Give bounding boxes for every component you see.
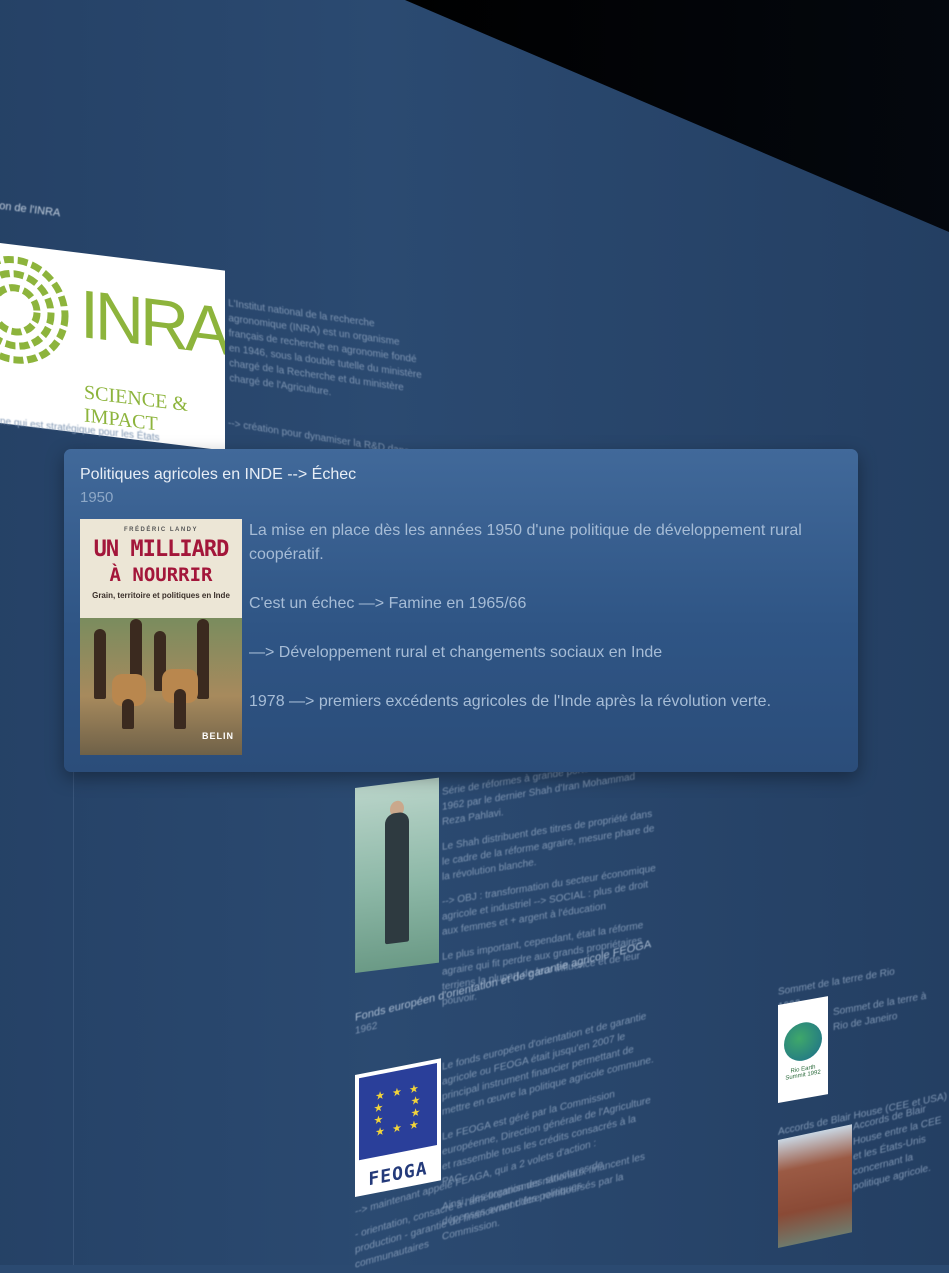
inra-description: L'Institut national de la recherche agro… [228, 298, 422, 399]
card-year: 1950 [80, 489, 114, 506]
rio-logo-text: Rio Earth Summit 1992 [785, 1064, 821, 1082]
card-paragraph-3: —> Développement rural et changements so… [249, 644, 663, 661]
book-cover-photo [92, 619, 232, 729]
globe-icon [784, 1019, 822, 1064]
card-body: La mise en place dès les années 1950 d'u… [249, 519, 839, 739]
timeline-line [73, 770, 74, 1265]
card-paragraph-1: La mise en place dès les années 1950 d'u… [249, 522, 802, 563]
shah-figure-body [385, 811, 409, 945]
feoga-logo-image[interactable]: ★ ★ ★ ★ ★ ★ ★ ★ ★ ★ FEOGA [355, 1058, 441, 1197]
timeline-event-card[interactable]: Politiques agricoles en INDE --> Échec 1… [64, 449, 858, 772]
book-author: FRÉDÉRIC LANDY [123, 527, 198, 533]
shah-image[interactable] [355, 777, 439, 973]
inra-caption: on de l'INRA [0, 200, 61, 220]
inra-rings-icon [0, 255, 69, 364]
card-title: Politiques agricoles en INDE --> Échec [80, 466, 357, 483]
card-paragraph-2: C'est un échec —> Famine en 1965/66 [249, 595, 527, 612]
book-title-line2: À NOURRIR [109, 564, 213, 586]
book-publisher: BELIN [202, 731, 234, 741]
inra-logo-word: INRA [80, 275, 225, 370]
card-paragraph-4: 1978 —> premiers excédents agricoles de … [249, 693, 772, 710]
rio-earth-summit-image[interactable]: Rio Earth Summit 1992 [778, 996, 828, 1103]
book-title-line1: UN MILLIARD [93, 537, 230, 562]
book-cover-image[interactable]: FRÉDÉRIC LANDY UN MILLIARD À NOURRIR Gra… [80, 519, 242, 755]
blair-house-image[interactable] [778, 1124, 852, 1248]
book-subtitle: Grain, territoire et politiques en Inde [92, 591, 230, 600]
